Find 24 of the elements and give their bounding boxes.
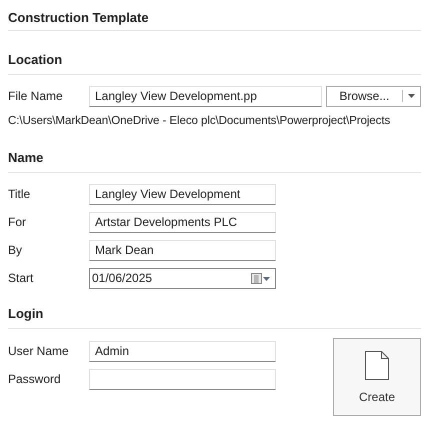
field-label: User Name: [8, 344, 70, 358]
date-field[interactable]: 01/06/2025: [89, 268, 276, 288]
section-heading: Login: [8, 306, 44, 323]
field-label: Password: [8, 372, 62, 386]
section-heading: Location: [8, 52, 64, 69]
text-field[interactable]: Admin: [89, 340, 276, 362]
text-field[interactable]: Mark Dean: [89, 240, 276, 260]
text-field[interactable]: Langley View Development: [89, 184, 276, 204]
field-label: Start: [8, 271, 34, 285]
caret-icon: [408, 94, 415, 98]
field-label: Title: [8, 187, 32, 201]
calendar-icon: [251, 272, 270, 284]
text-field[interactable]: Artstar Developments PLC: [89, 212, 276, 232]
browse-button[interactable]: Browse...: [326, 86, 421, 106]
field-label: File Name: [8, 89, 64, 103]
folder-path: C:\Users\MarkDean\OneDrive - Eleco plc\Documents\Powerproject\Projects: [8, 114, 392, 129]
create-button[interactable]: Create: [333, 338, 421, 416]
field-label: By: [8, 243, 24, 257]
password-field[interactable]: [89, 368, 276, 390]
document-icon: [365, 350, 389, 380]
file-name-field[interactable]: Langley View Development.pp: [89, 86, 322, 106]
dialog-title: Construction Template: [8, 9, 150, 27]
section-heading: Name: [8, 150, 44, 167]
field-label: For: [8, 215, 27, 229]
